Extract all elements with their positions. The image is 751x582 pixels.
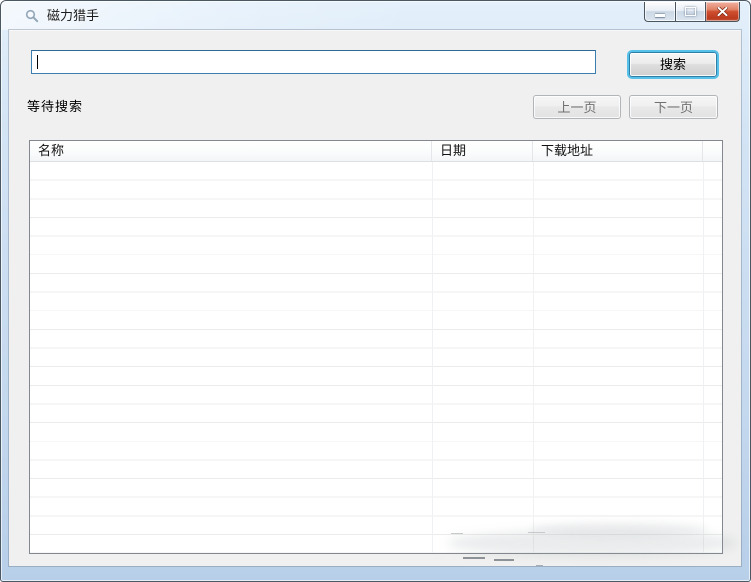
app-window: 磁力猎手 搜索 等待搜索 上一页 下一页 名称 日期 下载地址 bbox=[0, 0, 751, 582]
maximize-icon bbox=[685, 7, 696, 16]
column-divider bbox=[533, 162, 534, 553]
close-icon bbox=[717, 7, 728, 16]
column-header-download[interactable]: 下载地址 bbox=[533, 141, 703, 161]
watermark-artifact bbox=[494, 559, 514, 561]
maximize-button[interactable] bbox=[675, 2, 706, 22]
client-area: 搜索 等待搜索 上一页 下一页 名称 日期 下载地址 bbox=[9, 30, 741, 566]
column-divider bbox=[703, 162, 704, 553]
search-button[interactable]: 搜索 bbox=[629, 52, 717, 77]
column-header-empty bbox=[703, 141, 722, 161]
watermark-artifact bbox=[528, 532, 545, 533]
window-title: 磁力猎手 bbox=[47, 8, 100, 23]
text-caret bbox=[37, 55, 38, 69]
table-body bbox=[30, 162, 722, 553]
search-icon bbox=[25, 9, 39, 23]
column-header-date[interactable]: 日期 bbox=[432, 141, 533, 161]
results-table: 名称 日期 下载地址 bbox=[29, 140, 723, 554]
column-header-name[interactable]: 名称 bbox=[30, 141, 432, 161]
watermark-artifact bbox=[451, 533, 463, 534]
watermark-artifact bbox=[529, 522, 709, 536]
search-input[interactable] bbox=[31, 50, 596, 74]
minimize-button[interactable] bbox=[644, 2, 675, 22]
watermark-artifact bbox=[463, 557, 485, 559]
table-header: 名称 日期 下载地址 bbox=[30, 141, 722, 162]
next-page-button[interactable]: 下一页 bbox=[629, 95, 718, 119]
close-button[interactable] bbox=[706, 2, 740, 22]
caption-buttons bbox=[644, 2, 740, 22]
column-divider bbox=[432, 162, 433, 553]
watermark-artifact bbox=[536, 565, 543, 566]
prev-page-button[interactable]: 上一页 bbox=[533, 95, 621, 119]
titlebar[interactable]: 磁力猎手 bbox=[1, 1, 750, 30]
status-text: 等待搜索 bbox=[27, 99, 84, 114]
minimize-icon bbox=[655, 14, 665, 17]
